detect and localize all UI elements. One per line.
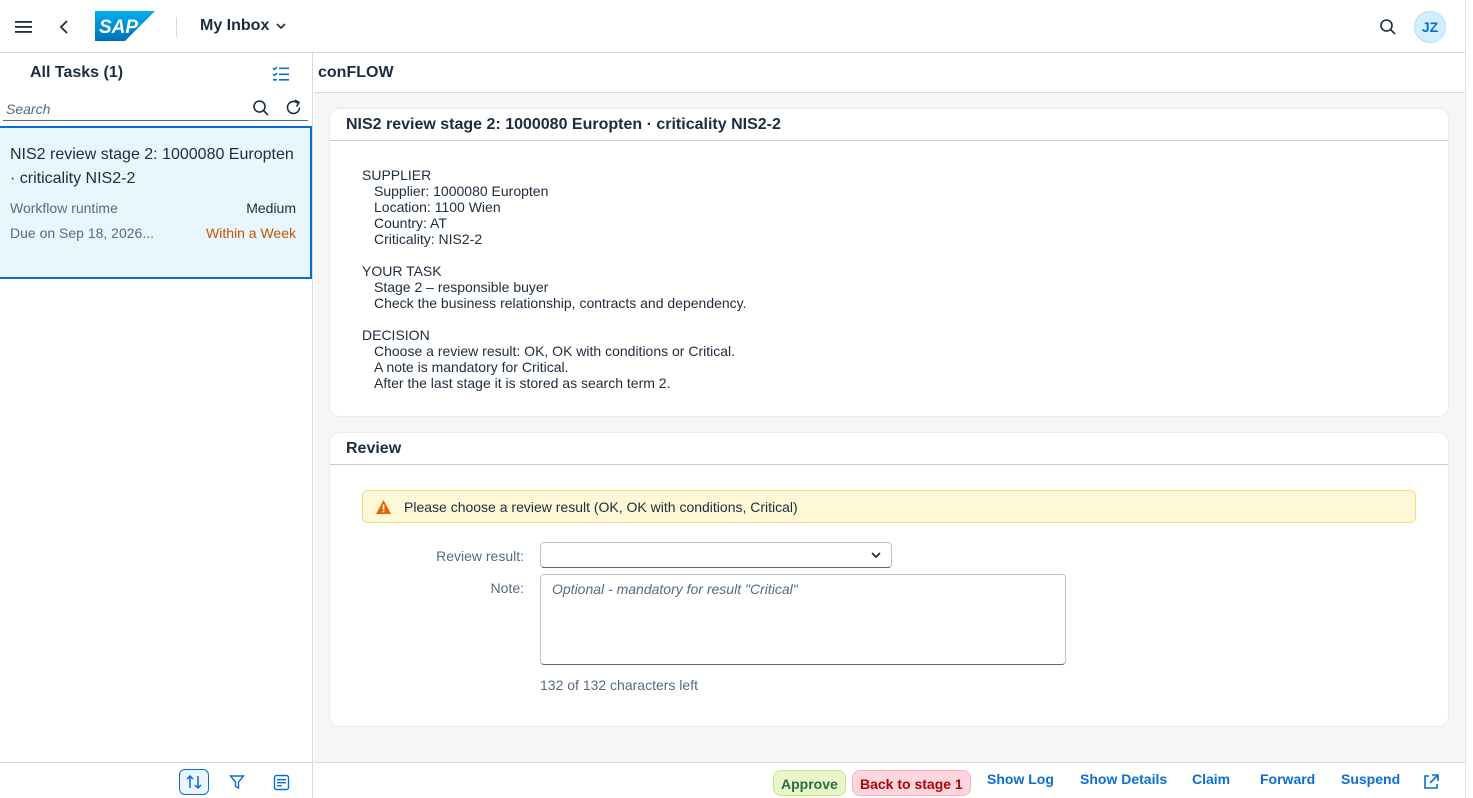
group-button[interactable] (266, 769, 296, 795)
task-search-field (3, 97, 308, 121)
app-title: My Inbox (200, 17, 270, 34)
task-description-title: NIS2 review stage 2: 1000080 Europten · … (346, 116, 781, 133)
task-line: Check the business relationship, contrac… (374, 295, 747, 311)
task-search-input[interactable] (6, 99, 246, 119)
detail-header: conFLOW (314, 53, 1465, 93)
search-icon[interactable] (1378, 17, 1398, 37)
avatar[interactable]: JZ (1414, 11, 1446, 43)
show-log-button[interactable]: Show Log (987, 771, 1054, 787)
warning-icon (375, 499, 392, 515)
character-counter: 132 of 132 characters left (540, 677, 698, 693)
sap-logo: SAP (95, 11, 155, 41)
decision-line: After the last stage it is stored as sea… (374, 375, 671, 391)
task-line: Stage 2 – responsible buyer (374, 279, 549, 295)
task-list-footer (0, 762, 313, 798)
task-title: NIS2 review stage 2: 1000080 Europten · … (10, 146, 294, 187)
supplier-heading: SUPPLIER (362, 167, 432, 183)
detail-app-title: conFLOW (318, 64, 394, 81)
approve-button[interactable]: Approve (773, 770, 846, 796)
sap-logo-text: SAP (99, 17, 138, 38)
shell-bar: SAP My Inbox JZ (0, 0, 1465, 53)
back-to-stage-button[interactable]: Back to stage 1 (852, 770, 971, 796)
task-type: Workflow runtime (10, 200, 118, 216)
decision-line: Choose a review result: OK, OK with cond… (374, 343, 736, 359)
supplier-line: Country: AT (374, 215, 447, 231)
task-detail-panel: conFLOW NIS2 review stage 2: 1000080 Eur… (314, 53, 1465, 798)
note-textarea[interactable] (540, 574, 1066, 665)
window-scrollbar[interactable] (1465, 0, 1473, 798)
shell-separator (176, 17, 177, 37)
app-title-menu[interactable]: My Inbox (200, 17, 287, 35)
filter-icon (229, 775, 245, 790)
review-result-label: Review result: (436, 548, 524, 564)
action-footer-bar: Approve Back to stage 1 Show Log Show De… (314, 762, 1465, 798)
suspend-button[interactable]: Suspend (1341, 771, 1400, 787)
review-header: Review (330, 433, 1448, 465)
sort-icon (186, 774, 202, 790)
filter-button[interactable] (222, 769, 252, 795)
review-card: Review Please choose a review result (OK… (330, 433, 1448, 726)
task-description-card: NIS2 review stage 2: 1000080 Europten · … (330, 109, 1448, 416)
task-list-title: All Tasks (1) (30, 64, 124, 81)
task-priority: Medium (246, 200, 296, 216)
back-icon[interactable] (55, 17, 73, 37)
search-icon[interactable] (252, 99, 270, 117)
review-title: Review (346, 440, 402, 457)
task-description-body: SUPPLIER Supplier: 1000080 Europten Loca… (362, 167, 747, 407)
task-heading: YOUR TASK (362, 263, 442, 279)
decision-heading: DECISION (362, 327, 430, 343)
task-due-date: Due on Sep 18, 2026... (10, 225, 154, 241)
forward-button[interactable]: Forward (1260, 771, 1315, 787)
task-status: Within a Week (206, 225, 296, 241)
open-external-icon[interactable] (1422, 773, 1440, 791)
task-list-panel: All Tasks (1) NIS2 review stage 2: 10000… (0, 53, 313, 798)
task-description-header: NIS2 review stage 2: 1000080 Europten · … (330, 109, 1448, 141)
supplier-line: Location: 1100 Wien (374, 199, 501, 215)
review-result-select[interactable] (540, 542, 892, 568)
sort-button[interactable] (179, 769, 209, 795)
supplier-line: Criticality: NIS2-2 (374, 231, 483, 247)
chevron-down-icon (276, 23, 286, 30)
task-list-header: All Tasks (1) (0, 53, 313, 95)
task-list-item[interactable]: NIS2 review stage 2: 1000080 Europten · … (0, 126, 312, 279)
supplier-line: Supplier: 1000080 Europten (374, 183, 549, 199)
show-details-button[interactable]: Show Details (1080, 771, 1167, 787)
warning-message-strip: Please choose a review result (OK, OK wi… (362, 490, 1416, 523)
warning-text: Please choose a review result (OK, OK wi… (404, 499, 798, 515)
claim-button[interactable]: Claim (1192, 771, 1230, 787)
decision-line: A note is mandatory for Critical. (374, 359, 569, 375)
menu-icon[interactable] (14, 17, 34, 37)
note-label: Note: (490, 580, 524, 596)
chevron-down-icon (871, 552, 881, 559)
refresh-icon[interactable] (284, 98, 303, 117)
multi-select-icon[interactable] (271, 64, 291, 84)
group-icon (273, 774, 289, 790)
